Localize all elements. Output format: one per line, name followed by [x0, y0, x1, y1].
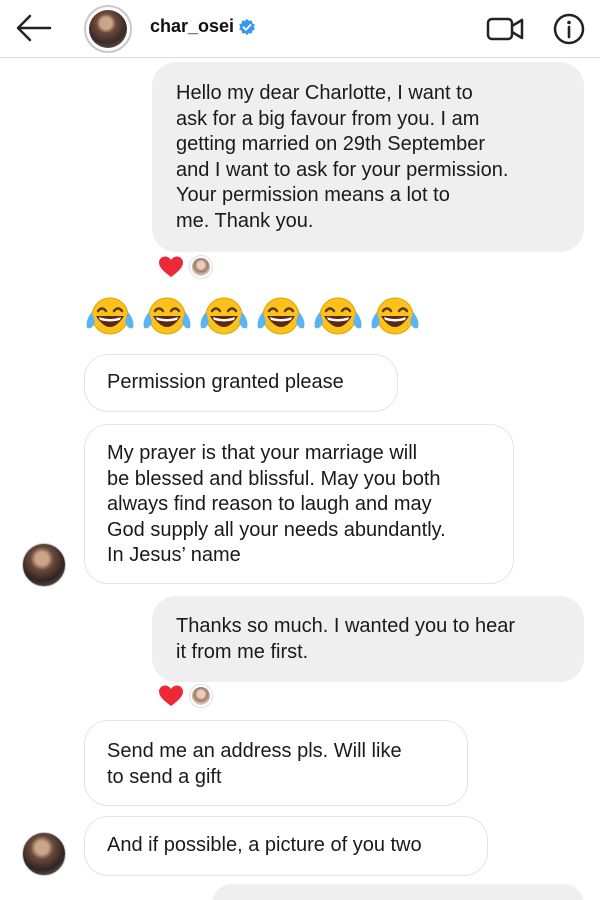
heart-icon	[159, 685, 183, 706]
laughing-crying-emoji-icon	[86, 297, 134, 335]
username[interactable]: char_osei	[150, 16, 256, 37]
emoji-message[interactable]	[84, 294, 421, 340]
message-bubble-sent[interactable]: Thanks so much. I wanted you to hear it …	[152, 596, 584, 682]
message-bubble-received[interactable]: And if possible, a picture of you two	[84, 816, 488, 876]
reactor-avatar	[190, 685, 212, 707]
message-bubble-sent-partial[interactable]	[212, 884, 584, 900]
message-reaction[interactable]	[158, 684, 212, 708]
laughing-crying-emoji-icon	[200, 297, 248, 335]
sender-avatar[interactable]	[22, 543, 66, 587]
video-call-icon[interactable]	[486, 14, 526, 44]
profile-avatar[interactable]	[84, 5, 132, 53]
laughing-crying-emoji-icon	[371, 297, 419, 335]
message-reaction[interactable]	[158, 255, 212, 279]
message-bubble-sent[interactable]: Hello my dear Charlotte, I want to ask f…	[152, 62, 584, 252]
verified-badge-icon	[239, 19, 255, 36]
message-bubble-received[interactable]: Permission granted please	[84, 354, 398, 412]
reactor-avatar	[190, 256, 212, 278]
laughing-crying-emoji-icon	[314, 297, 362, 335]
heart-icon	[159, 256, 183, 277]
message-bubble-received[interactable]: Send me an address pls. Will like to sen…	[84, 720, 468, 806]
info-icon[interactable]	[552, 12, 586, 46]
laughing-crying-emoji-icon	[257, 297, 305, 335]
sender-avatar[interactable]	[22, 832, 66, 876]
chat-header: char_osei	[0, 0, 600, 58]
message-bubble-received[interactable]: My prayer is that your marriage will be …	[84, 424, 514, 584]
laughing-crying-emoji-icon	[143, 297, 191, 335]
back-arrow-icon[interactable]	[14, 10, 54, 46]
